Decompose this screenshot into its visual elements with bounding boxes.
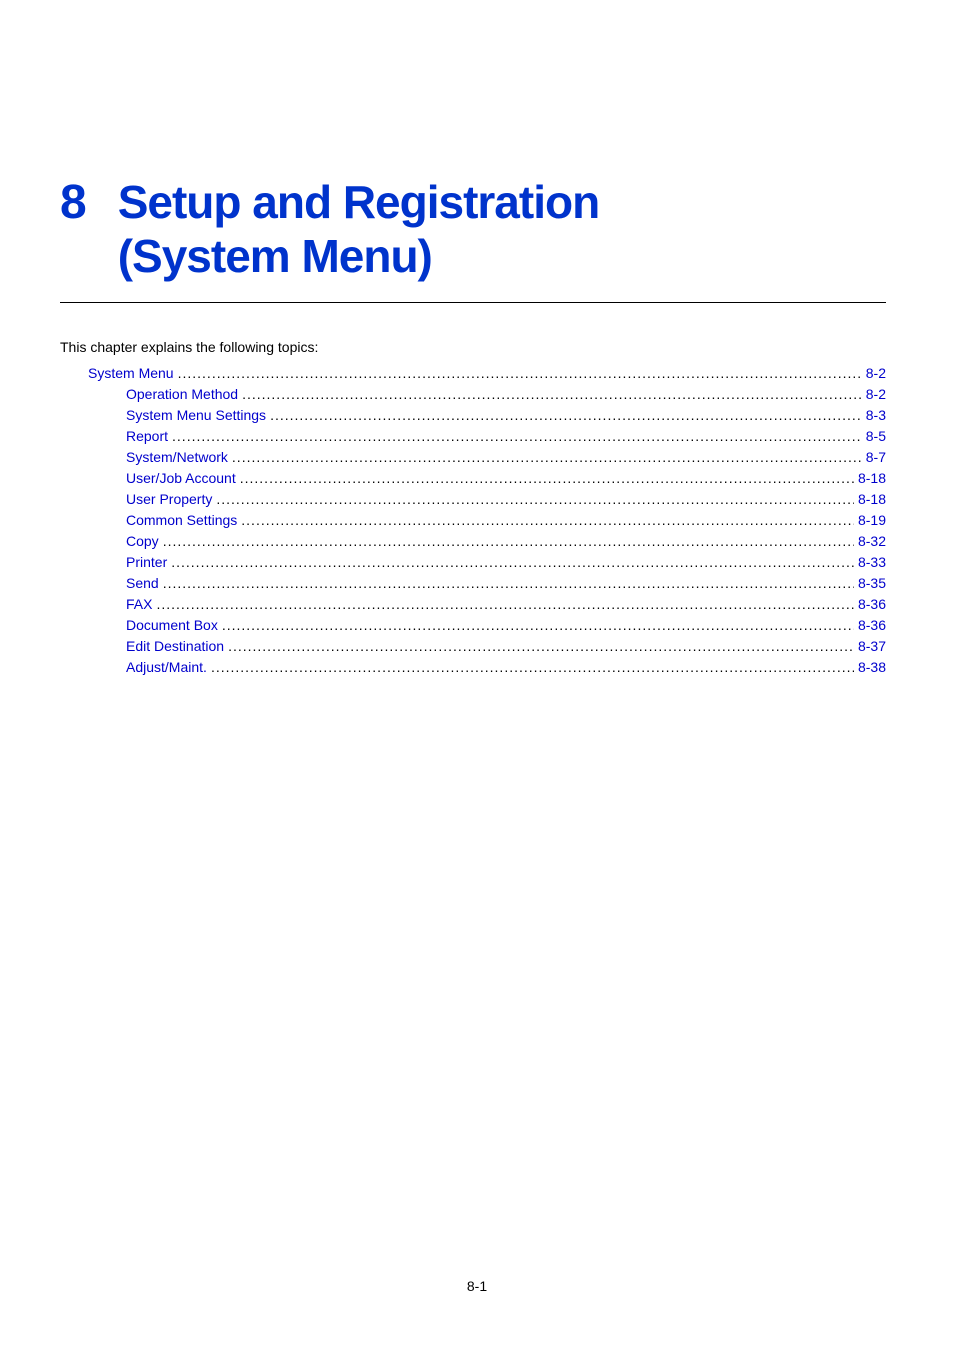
toc-entry-page: 8-33: [854, 552, 886, 573]
toc-link[interactable]: System Menu: [88, 365, 174, 381]
toc-entry-label: Copy: [126, 531, 159, 552]
toc-entry-label: Common Settings: [126, 510, 237, 531]
toc-entry-page: 8-5: [862, 426, 886, 447]
toc-entry: Operation Method 8-2: [60, 384, 886, 405]
toc-link[interactable]: Document Box: [126, 617, 218, 633]
toc-entry: FAX 8-36: [60, 594, 886, 615]
toc-entry-page: 8-19: [854, 510, 886, 531]
toc-page-link[interactable]: 8-7: [866, 449, 886, 465]
toc-page-link[interactable]: 8-35: [858, 575, 886, 591]
toc-link[interactable]: Common Settings: [126, 512, 237, 528]
toc-entry-page: 8-18: [854, 489, 886, 510]
toc-entry: Send 8-35: [60, 573, 886, 594]
table-of-contents: System Menu8-2Operation Method8-2System …: [60, 363, 886, 678]
toc-entry-label: Document Box: [126, 615, 218, 636]
toc-entry-page: 8-36: [854, 615, 886, 636]
toc-entry-page: 8-32: [854, 531, 886, 552]
toc-entry-label: FAX: [126, 594, 152, 615]
toc-entry: Copy 8-32: [60, 531, 886, 552]
toc-entry-label: System Menu: [88, 363, 174, 384]
toc-leader-dots: [238, 384, 862, 405]
toc-link[interactable]: Copy: [126, 533, 159, 549]
toc-leader-dots: [152, 594, 854, 615]
divider: [60, 302, 886, 303]
toc-entry-label: System/Network: [126, 447, 228, 468]
toc-entry-page: 8-2: [862, 384, 886, 405]
toc-entry-page: 8-36: [854, 594, 886, 615]
toc-entry-page: 8-18: [854, 468, 886, 489]
toc-entry: Printer 8-33: [60, 552, 886, 573]
toc-entry-page: 8-37: [854, 636, 886, 657]
toc-leader-dots: [218, 615, 854, 636]
toc-page-link[interactable]: 8-32: [858, 533, 886, 549]
toc-entry-page: 8-2: [862, 363, 886, 384]
toc-leader-dots: [167, 552, 854, 573]
toc-entry-page: 8-35: [854, 573, 886, 594]
toc-entry: Document Box 8-36: [60, 615, 886, 636]
toc-leader-dots: [224, 636, 854, 657]
toc-entry: Common Settings 8-19: [60, 510, 886, 531]
chapter-number: 8: [60, 179, 86, 227]
toc-entry-label: Operation Method: [126, 384, 238, 405]
toc-leader-dots: [159, 573, 854, 594]
toc-leader-dots: [174, 363, 862, 384]
toc-link[interactable]: System/Network: [126, 449, 228, 465]
toc-entry-label: Adjust/Maint.: [126, 657, 207, 678]
toc-page-link[interactable]: 8-18: [858, 470, 886, 486]
toc-link[interactable]: User/Job Account: [126, 470, 236, 486]
toc-entry: User Property 8-18: [60, 489, 886, 510]
toc-link[interactable]: User Property: [126, 491, 212, 507]
toc-leader-dots: [236, 468, 854, 489]
toc-entry-page: 8-38: [854, 657, 886, 678]
toc-link[interactable]: System Menu Settings: [126, 407, 266, 423]
toc-page-link[interactable]: 8-37: [858, 638, 886, 654]
toc-page-link[interactable]: 8-2: [866, 386, 886, 402]
toc-entry-label: Printer: [126, 552, 167, 573]
toc-entry: Report 8-5: [60, 426, 886, 447]
toc-leader-dots: [159, 531, 854, 552]
chapter-title-line1: Setup and Registration: [118, 176, 599, 228]
toc-entry: User/Job Account 8-18: [60, 468, 886, 489]
toc-entry-page: 8-3: [862, 405, 886, 426]
toc-link[interactable]: Printer: [126, 554, 167, 570]
toc-entry-label: Send: [126, 573, 159, 594]
toc-link[interactable]: Report: [126, 428, 168, 444]
toc-page-link[interactable]: 8-36: [858, 596, 886, 612]
toc-link[interactable]: Send: [126, 575, 159, 591]
toc-leader-dots: [168, 426, 862, 447]
toc-page-link[interactable]: 8-3: [866, 407, 886, 423]
toc-page-link[interactable]: 8-33: [858, 554, 886, 570]
toc-link[interactable]: Adjust/Maint.: [126, 659, 207, 675]
toc-entry-label: User Property: [126, 489, 212, 510]
toc-entry-label: System Menu Settings: [126, 405, 266, 426]
toc-entry-page: 8-7: [862, 447, 886, 468]
page-number: 8-1: [0, 1278, 954, 1294]
toc-entry-label: Report: [126, 426, 168, 447]
chapter-heading: 8 Setup and Registration (System Menu): [60, 175, 886, 284]
chapter-title-line2: (System Menu): [118, 230, 432, 282]
toc-leader-dots: [237, 510, 854, 531]
toc-leader-dots: [266, 405, 862, 426]
toc-entry-label: Edit Destination: [126, 636, 224, 657]
toc-page-link[interactable]: 8-19: [858, 512, 886, 528]
toc-link[interactable]: Operation Method: [126, 386, 238, 402]
toc-entry: System Menu 8-2: [60, 363, 886, 384]
toc-page-link[interactable]: 8-2: [866, 365, 886, 381]
toc-link[interactable]: Edit Destination: [126, 638, 224, 654]
toc-entry-label: User/Job Account: [126, 468, 236, 489]
toc-page-link[interactable]: 8-5: [866, 428, 886, 444]
toc-page-link[interactable]: 8-38: [858, 659, 886, 675]
toc-leader-dots: [228, 447, 862, 468]
toc-leader-dots: [207, 657, 854, 678]
toc-entry: Adjust/Maint. 8-38: [60, 657, 886, 678]
toc-entry: System Menu Settings 8-3: [60, 405, 886, 426]
toc-entry: System/Network 8-7: [60, 447, 886, 468]
toc-entry: Edit Destination 8-37: [60, 636, 886, 657]
toc-link[interactable]: FAX: [126, 596, 152, 612]
chapter-title: Setup and Registration (System Menu): [118, 175, 599, 284]
toc-page-link[interactable]: 8-36: [858, 617, 886, 633]
toc-page-link[interactable]: 8-18: [858, 491, 886, 507]
intro-text: This chapter explains the following topi…: [60, 339, 886, 355]
toc-leader-dots: [212, 489, 854, 510]
